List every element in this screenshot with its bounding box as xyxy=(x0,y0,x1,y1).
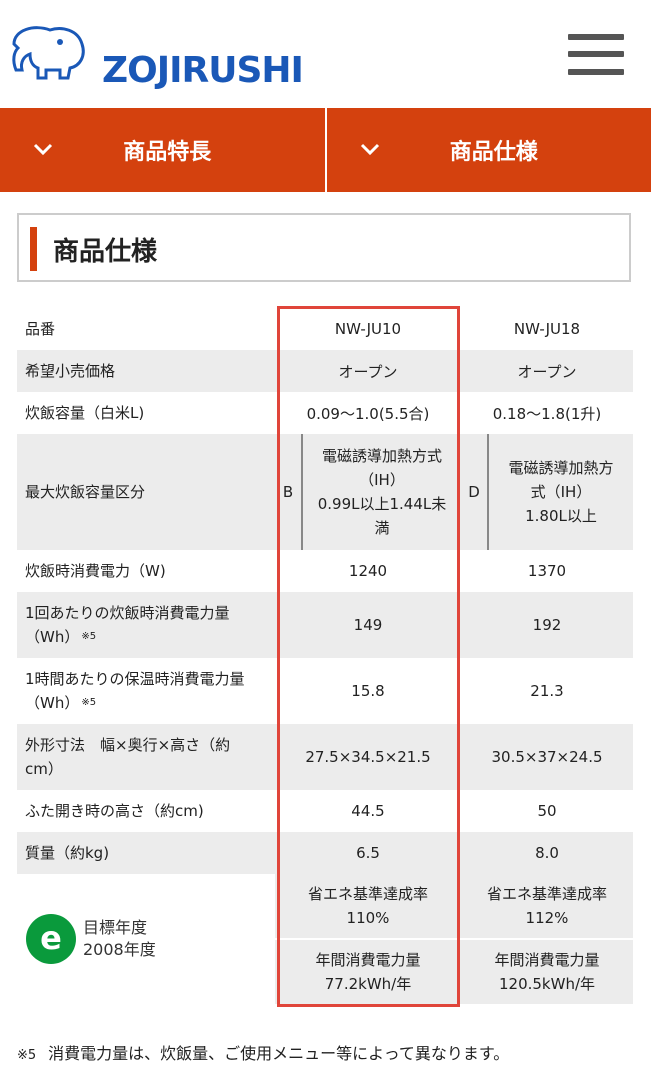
svg-text:e: e xyxy=(40,919,62,957)
table-row: ふた開き時の高さ（約cm) 44.5 50 xyxy=(17,790,633,832)
desc-line: （IH） xyxy=(359,471,405,489)
annual-label: 年間消費電力量 xyxy=(315,951,421,969)
desc-line: 1.80L以上 xyxy=(525,507,597,525)
desc-line: 満 xyxy=(374,519,390,537)
footnote-ref: ※5 xyxy=(81,631,97,642)
table-row: 外形寸法 幅×奥行×高さ（約 cm） 27.5×34.5×21.5 30.5×3… xyxy=(17,724,633,790)
capacity-class-desc: 電磁誘導加熱方式 （IH） 0.99L以上1.44L未 満 xyxy=(301,434,461,550)
model-a-value: 15.8 xyxy=(351,682,385,700)
row-label: 希望小売価格 xyxy=(17,350,275,392)
table-row: 希望小売価格 オープン オープン xyxy=(17,350,633,392)
label-line: （Wh） xyxy=(25,628,80,646)
desc-line: 式（IH） xyxy=(530,483,592,501)
hamburger-icon[interactable] xyxy=(568,34,624,76)
nav-features-label: 商品特長 xyxy=(123,140,212,165)
energy-logo: e 目標年度 2008年度 xyxy=(17,874,275,1004)
spec-table: 品番 NW-JU10 NW-JU18 希望小売価格 オープン オープン 炊飯容量… xyxy=(17,308,633,1004)
table-row: 1時間あたりの保温時消費電力量 （Wh） ※5 15.8 21.3 xyxy=(17,658,633,724)
energy-rate: 省エネ基準達成率 110% xyxy=(275,874,461,938)
rate-value: 112% xyxy=(525,909,569,927)
model-a-value: 1240 xyxy=(348,562,388,580)
footnote-mark: ※5 xyxy=(17,1048,37,1063)
capacity-class-letter: B xyxy=(282,483,294,501)
table-row-energy: e 目標年度 2008年度 省エネ基準達成率 110% 年間消費電力量 77.2… xyxy=(17,874,633,1004)
energy-saving-e-mark-icon: e xyxy=(26,914,76,964)
table-row: 質量（約kg) 6.5 8.0 xyxy=(17,832,633,874)
table-row: 1回あたりの炊飯時消費電力量 （Wh） ※5 149 192 xyxy=(17,592,633,658)
desc-line: 電磁誘導加熱方式 xyxy=(321,447,442,465)
table-row: 炊飯時消費電力（W) 1240 1370 xyxy=(17,550,633,592)
table-row: 炊飯容量（白米L) 0.09〜1.0(5.5合) 0.18〜1.8(1升) xyxy=(17,392,633,434)
row-label: 品番 xyxy=(25,320,56,338)
annual-consumption: 年間消費電力量 120.5kWh/年 xyxy=(461,938,633,1004)
table-row: 最大炊飯容量区分 B 電磁誘導加熱方式 （IH） 0.99L以上1.44L未 満… xyxy=(17,434,633,550)
model-a-energy: 省エネ基準達成率 110% 年間消費電力量 77.2kWh/年 xyxy=(275,874,461,1004)
row-label: 1回あたりの炊飯時消費電力量 （Wh） ※5 xyxy=(17,592,275,658)
row-label: 質量（約kg) xyxy=(17,832,275,874)
section-heading: 商品仕様 xyxy=(17,213,631,282)
model-b-value: NW-JU18 xyxy=(513,320,581,338)
model-b-value: 1370 xyxy=(527,562,567,580)
label-line: 1回あたりの炊飯時消費電力量 xyxy=(25,604,230,622)
zojirushi-logo[interactable]: ZOJIRUSHI xyxy=(8,22,304,91)
model-a-value: NW-JU10 xyxy=(334,320,402,338)
footnote: ※5 消費電力量は、炊飯量、ご使用メニュー等によって異なります。 xyxy=(17,1040,509,1064)
target-year-value: 2008年度 xyxy=(83,940,156,959)
rate-label: 省エネ基準達成率 xyxy=(307,885,428,903)
capacity-class-letter: D xyxy=(468,483,480,501)
model-a-value: 27.5×34.5×21.5 xyxy=(275,724,461,790)
model-a-value: オープン xyxy=(275,350,461,392)
model-a-value: 44.5 xyxy=(351,802,385,820)
model-b-energy: 省エネ基準達成率 112% 年間消費電力量 120.5kWh/年 xyxy=(461,874,633,1004)
target-year-label: 目標年度 xyxy=(83,918,148,937)
nav-specs-label: 商品仕様 xyxy=(449,140,538,165)
capacity-class-desc: 電磁誘導加熱方 式（IH） 1.80L以上 xyxy=(487,434,633,550)
label-line: cm） xyxy=(25,760,63,778)
energy-rate: 省エネ基準達成率 112% xyxy=(461,874,633,938)
desc-line: 0.99L以上1.44L未 xyxy=(317,495,447,513)
model-a-value: B 電磁誘導加熱方式 （IH） 0.99L以上1.44L未 満 xyxy=(275,434,461,550)
section-nav: 商品特長 商品仕様 xyxy=(0,108,651,192)
model-a-value: 149 xyxy=(275,592,461,658)
section-title: 商品仕様 xyxy=(53,237,158,267)
nav-features-button[interactable]: 商品特長 xyxy=(0,108,325,192)
row-label: 1時間あたりの保温時消費電力量 （Wh） ※5 xyxy=(17,658,275,724)
row-label: 外形寸法 幅×奥行×高さ（約 cm） xyxy=(17,724,275,790)
model-b-value: 192 xyxy=(461,592,633,658)
row-label: 炊飯時消費電力（W) xyxy=(25,562,166,580)
site-header: ZOJIRUSHI xyxy=(0,0,651,108)
model-b-value: 30.5×37×24.5 xyxy=(461,724,633,790)
annual-label: 年間消費電力量 xyxy=(494,951,600,969)
rate-label: 省エネ基準達成率 xyxy=(486,885,607,903)
annual-consumption: 年間消費電力量 77.2kWh/年 xyxy=(275,938,461,1004)
label-line: （Wh） xyxy=(25,694,80,712)
nav-specs-button[interactable]: 商品仕様 xyxy=(324,108,651,192)
rate-value: 110% xyxy=(346,909,390,927)
elephant-logo-icon xyxy=(12,26,85,80)
model-b-value: 0.18〜1.8(1升) xyxy=(492,404,602,423)
model-b-value: 50 xyxy=(537,802,557,820)
model-b-value: 21.3 xyxy=(530,682,564,700)
table-row: 品番 NW-JU10 NW-JU18 xyxy=(17,308,633,350)
label-line: 1時間あたりの保温時消費電力量 xyxy=(25,670,245,688)
row-label: 炊飯容量（白米L) xyxy=(25,404,145,422)
model-a-value: 0.09〜1.0(5.5合) xyxy=(306,404,430,423)
model-a-value: 6.5 xyxy=(275,832,461,874)
row-label: ふた開き時の高さ（約cm) xyxy=(25,802,204,820)
row-label: 最大炊飯容量区分 xyxy=(17,434,275,550)
desc-line: 電磁誘導加熱方 xyxy=(508,459,614,477)
model-b-value: D 電磁誘導加熱方 式（IH） 1.80L以上 xyxy=(461,434,633,550)
model-b-value: オープン xyxy=(461,350,633,392)
footnote-ref: ※5 xyxy=(81,697,97,708)
annual-value: 77.2kWh/年 xyxy=(324,975,412,993)
footnote-text: 消費電力量は、炊飯量、ご使用メニュー等によって異なります。 xyxy=(48,1044,510,1063)
logo-wordmark: ZOJIRUSHI xyxy=(102,50,304,91)
annual-value: 120.5kWh/年 xyxy=(498,975,596,993)
model-b-value: 8.0 xyxy=(461,832,633,874)
heading-accent-bar xyxy=(30,227,37,271)
label-line: 外形寸法 幅×奥行×高さ（約 xyxy=(25,736,231,754)
